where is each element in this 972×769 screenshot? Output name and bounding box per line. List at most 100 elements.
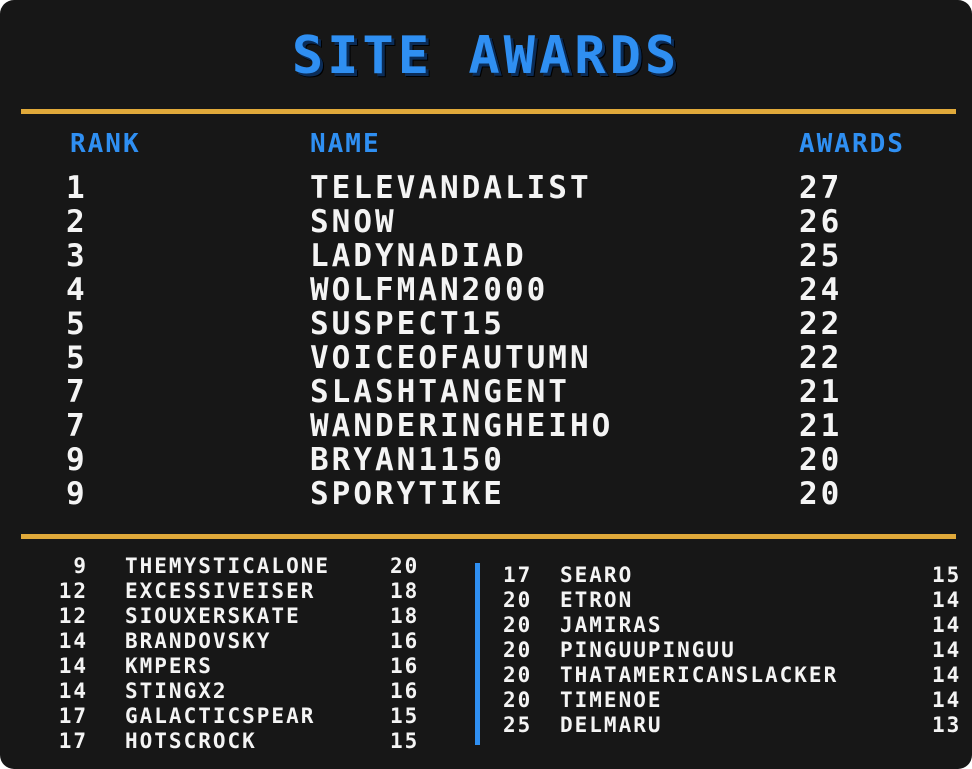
name-cell: JAMIRAS — [560, 613, 663, 637]
name-cell: GALACTICSPEAR — [125, 704, 316, 728]
name-cell: HOTSCROCK — [125, 729, 257, 753]
secondary-ranking-list-right: 17 SEARO 15 20 ETRON 14 20 JAMIRAS 14 20… — [490, 563, 972, 738]
top-divider — [21, 109, 956, 114]
ranking-row: 9 SPORYTIKE 20 — [0, 477, 972, 511]
awards-panel: SITE AWARDS RANK NAME AWARDS 1 TELEVANDA… — [0, 0, 972, 769]
rank-cell: 4 — [66, 272, 88, 308]
awards-cell: 22 — [799, 306, 843, 342]
awards-cell: 16 — [390, 654, 420, 678]
list-item: 17 GALACTICSPEAR 15 — [0, 704, 470, 729]
awards-cell: 15 — [390, 729, 420, 753]
awards-cell: 21 — [799, 408, 843, 444]
awards-cell: 18 — [390, 604, 420, 628]
rank-cell: 14 — [58, 629, 88, 653]
name-cell: EXCESSIVEISER — [125, 579, 316, 603]
bottom-divider — [21, 534, 956, 539]
rank-cell: 20 — [503, 588, 533, 612]
rank-cell: 12 — [58, 604, 88, 628]
name-cell: SUSPECT15 — [310, 306, 505, 342]
name-cell: SIOUXERSKATE — [125, 604, 301, 628]
rank-cell: 7 — [66, 374, 88, 410]
awards-column-header: AWARDS — [799, 129, 905, 159]
list-item: 17 SEARO 15 — [490, 563, 972, 588]
name-cell: SNOW — [310, 204, 397, 240]
rank-cell: 20 — [503, 688, 533, 712]
name-cell: BRANDOVSKY — [125, 629, 272, 653]
awards-cell: 14 — [932, 688, 962, 712]
rank-cell: 5 — [66, 340, 88, 376]
ranking-row: 7 WANDERINGHEIHO 21 — [0, 409, 972, 443]
ranking-row: 2 SNOW 26 — [0, 205, 972, 239]
list-item: 20 JAMIRAS 14 — [490, 613, 972, 638]
awards-cell: 14 — [932, 613, 962, 637]
rank-cell: 2 — [66, 204, 88, 240]
awards-cell: 26 — [799, 204, 843, 240]
awards-cell: 16 — [390, 629, 420, 653]
rank-cell: 14 — [58, 654, 88, 678]
ranking-row: 3 LADYNADIAD 25 — [0, 239, 972, 273]
awards-cell: 15 — [932, 563, 962, 587]
name-column-header: NAME — [310, 129, 381, 159]
name-cell: STINGX2 — [125, 679, 228, 703]
rank-cell: 17 — [58, 704, 88, 728]
list-item: 20 THATAMERICANSLACKER 14 — [490, 663, 972, 688]
ranking-row: 7 SLASHTANGENT 21 — [0, 375, 972, 409]
ranking-row: 5 SUSPECT15 22 — [0, 307, 972, 341]
name-cell: SPORYTIKE — [310, 476, 505, 512]
rank-cell: 17 — [503, 563, 533, 587]
rank-cell: 3 — [66, 238, 88, 274]
ranking-row: 5 VOICEOFAUTUMN 22 — [0, 341, 972, 375]
name-cell: WANDERINGHEIHO — [310, 408, 614, 444]
list-item: 20 TIMENOE 14 — [490, 688, 972, 713]
awards-cell: 27 — [799, 170, 843, 206]
name-cell: LADYNADIAD — [310, 238, 527, 274]
awards-cell: 22 — [799, 340, 843, 376]
awards-cell: 14 — [932, 588, 962, 612]
rank-cell: 5 — [66, 306, 88, 342]
name-cell: VOICEOFAUTUMN — [310, 340, 592, 376]
awards-cell: 14 — [932, 638, 962, 662]
awards-cell: 21 — [799, 374, 843, 410]
page-title: SITE AWARDS — [291, 26, 681, 86]
name-cell: TELEVANDALIST — [310, 170, 592, 206]
list-item: 14 BRANDOVSKY 16 — [0, 629, 470, 654]
name-cell: KMPERS — [125, 654, 213, 678]
rank-cell: 20 — [503, 638, 533, 662]
name-cell: DELMARU — [560, 713, 663, 737]
rank-cell: 7 — [66, 408, 88, 444]
list-item: 20 PINGUUPINGUU 14 — [490, 638, 972, 663]
awards-cell: 20 — [799, 476, 843, 512]
rank-cell: 9 — [73, 554, 88, 578]
list-item: 9 THEMYSTICALONE 20 — [0, 554, 470, 579]
list-item: 12 EXCESSIVEISER 18 — [0, 579, 470, 604]
list-item: 20 ETRON 14 — [490, 588, 972, 613]
name-cell: SEARO — [560, 563, 634, 587]
ranking-row: 1 TELEVANDALIST 27 — [0, 171, 972, 205]
name-cell: TIMENOE — [560, 688, 663, 712]
rank-cell: 25 — [503, 713, 533, 737]
list-item: 17 HOTSCROCK 15 — [0, 729, 470, 754]
awards-cell: 20 — [390, 554, 420, 578]
ranking-row: 9 BRYAN1150 20 — [0, 443, 972, 477]
name-cell: PINGUUPINGUU — [560, 638, 736, 662]
name-cell: WOLFMAN2000 — [310, 272, 549, 308]
rank-cell: 9 — [66, 476, 88, 512]
list-item: 12 SIOUXERSKATE 18 — [0, 604, 470, 629]
name-cell: THATAMERICANSLACKER — [560, 663, 839, 687]
awards-cell: 16 — [390, 679, 420, 703]
awards-cell: 13 — [932, 713, 962, 737]
ranking-row: 4 WOLFMAN2000 24 — [0, 273, 972, 307]
rank-column-header: RANK — [70, 129, 141, 159]
awards-cell: 14 — [932, 663, 962, 687]
awards-cell: 20 — [799, 442, 843, 478]
awards-cell: 24 — [799, 272, 843, 308]
rank-cell: 17 — [58, 729, 88, 753]
rank-cell: 9 — [66, 442, 88, 478]
rank-cell: 12 — [58, 579, 88, 603]
list-item: 25 DELMARU 13 — [490, 713, 972, 738]
secondary-ranking-list-left: 9 THEMYSTICALONE 20 12 EXCESSIVEISER 18 … — [0, 554, 470, 754]
awards-cell: 15 — [390, 704, 420, 728]
awards-cell: 25 — [799, 238, 843, 274]
rank-cell: 20 — [503, 663, 533, 687]
rank-cell: 20 — [503, 613, 533, 637]
